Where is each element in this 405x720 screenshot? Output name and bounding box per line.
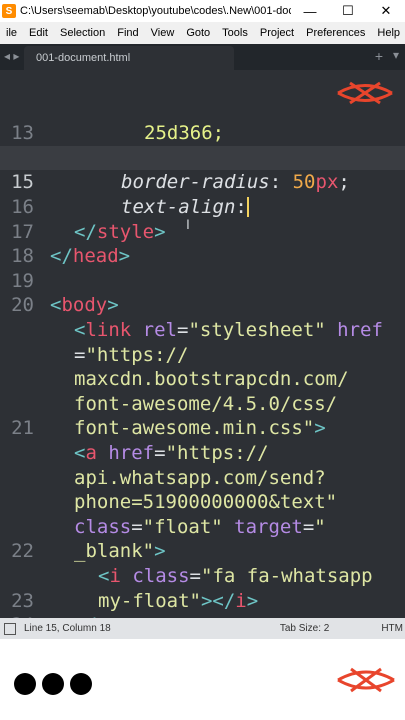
code-line: api.whatsapp.com/send? xyxy=(0,416,405,489)
code-line: 14 border-radius: 50px; xyxy=(0,121,405,194)
dot-icon xyxy=(42,673,64,695)
menu-find[interactable]: Find xyxy=(111,27,144,39)
code-line: 19 <body> xyxy=(0,244,405,317)
code-line-current: 15 text-align: xyxy=(0,145,405,218)
menu-goto[interactable]: Goto xyxy=(180,27,216,39)
syntax-mode[interactable]: HTM xyxy=(381,623,403,634)
tab-size[interactable]: Tab Size: 2 xyxy=(280,623,329,634)
code-editor[interactable]: 25d366; 13 color: #FFF; 14 border-radius… xyxy=(0,70,405,618)
tab-nav-arrows-icon[interactable]: ◂ ▸ xyxy=(4,49,19,63)
menu-view[interactable]: View xyxy=(145,27,181,39)
cursor-position: Line 15, Column 18 xyxy=(24,623,111,634)
video-footer xyxy=(0,639,405,720)
window-title: C:\Users\seemab\Desktop\youtube\codes\.N… xyxy=(20,5,291,17)
code-line: 24 </body> xyxy=(0,589,405,618)
tab-label: 001-document.html xyxy=(36,52,131,64)
code-line: 18 xyxy=(0,220,405,267)
tab-dropdown-icon[interactable]: ▾ xyxy=(393,48,399,62)
code-line: ="https:// xyxy=(0,293,405,366)
code-line: my-float"></i> xyxy=(0,539,405,612)
channel-logo-icon xyxy=(337,81,393,105)
dot-icon xyxy=(70,673,92,695)
code-line: 17 </head> xyxy=(0,195,405,268)
menu-preferences[interactable]: Preferences xyxy=(300,27,371,39)
menu-help[interactable]: Help xyxy=(371,27,405,39)
title-bar: S C:\Users\seemab\Desktop\youtube\codes\… xyxy=(0,0,405,22)
panel-toggle-icon[interactable] xyxy=(4,622,16,635)
code-line: 20 <link rel="stylesheet" href xyxy=(0,269,405,341)
menu-tools[interactable]: Tools xyxy=(216,27,254,39)
new-tab-icon[interactable]: + xyxy=(375,48,383,64)
minimize-button[interactable]: — xyxy=(291,4,329,19)
code-line: 22 <i class="fa fa-whatsapp xyxy=(0,515,405,587)
menu-edit[interactable]: Edit xyxy=(23,27,54,39)
menu-selection[interactable]: Selection xyxy=(54,27,111,39)
menu-bar: ile Edit Selection Find View Goto Tools … xyxy=(0,22,405,44)
code-line: 23 </a> xyxy=(0,564,405,618)
dot-icon xyxy=(14,673,36,695)
code-line: font-awesome/4.5.0/css/ xyxy=(0,343,405,415)
close-button[interactable]: ✕ xyxy=(367,3,405,19)
code-line: phone=51900000000&text" xyxy=(0,441,405,513)
channel-logo-icon xyxy=(337,667,395,693)
menu-project[interactable]: Project xyxy=(254,27,300,39)
tab-001-document[interactable]: 001-document.html xyxy=(24,46,234,70)
code-line: 16 </style> xyxy=(0,170,405,243)
code-line: class="float" target=" xyxy=(0,466,405,538)
code-line: _blank"> xyxy=(0,490,405,562)
tab-bar: ◂ ▸ 001-document.html + ▾ xyxy=(0,44,405,70)
code-line: font-awesome.min.css"> xyxy=(0,367,405,439)
maximize-button[interactable]: ☐ xyxy=(329,3,367,19)
code-line: maxcdn.bootstrapcdn.com/ xyxy=(0,318,405,390)
code-line: 21 <a href="https:// xyxy=(0,392,405,464)
sublime-app-icon: S xyxy=(2,4,16,18)
menu-file[interactable]: ile xyxy=(0,27,23,39)
mouse-ibeam-cursor-icon: I xyxy=(186,216,190,232)
status-bar: Line 15, Column 18 Tab Size: 2 HTM xyxy=(0,618,405,639)
